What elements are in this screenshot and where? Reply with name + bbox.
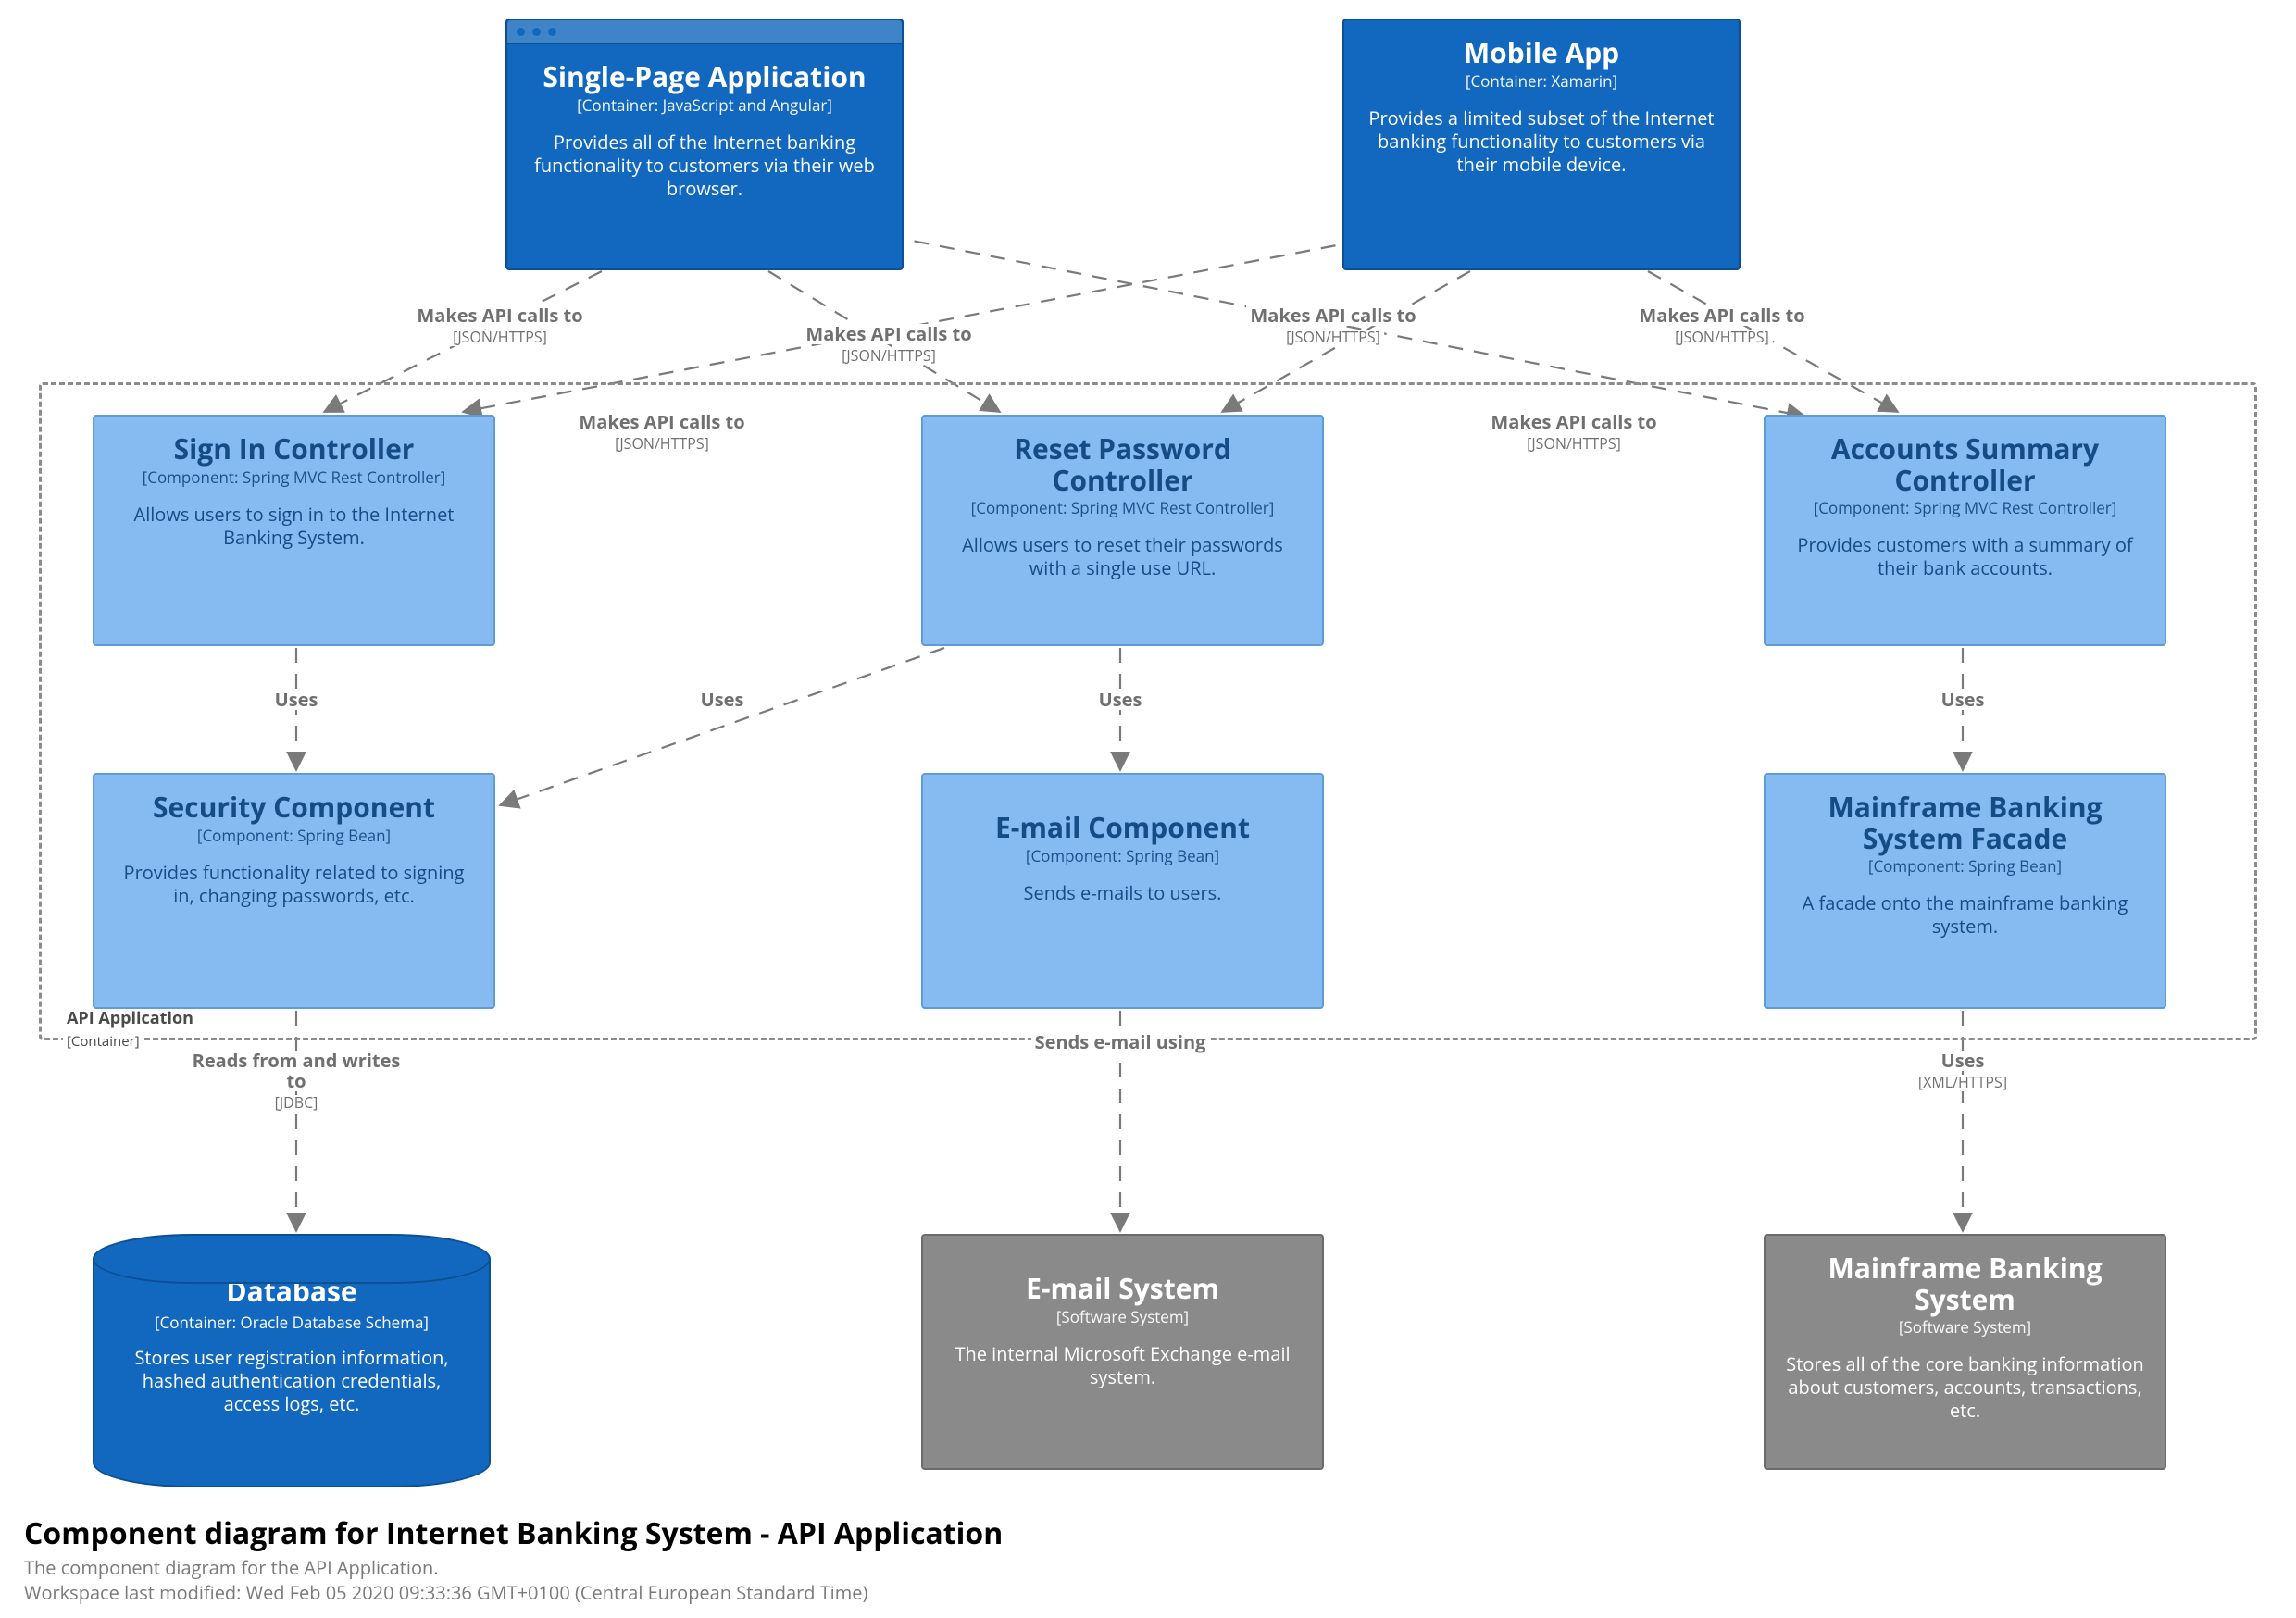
spa-tech: [Container: JavaScript and Angular] (526, 94, 883, 116)
reset-controller-node[interactable]: Reset Password Controller [Component: Sp… (921, 415, 1324, 646)
emailsys-desc: The internal Microsoft Exchange e-mail s… (942, 1342, 1304, 1388)
emailc-name: E-mail Component (942, 812, 1304, 843)
accounts-controller-node[interactable]: Accounts Summary Controller [Component: … (1764, 415, 2166, 646)
security-tech: [Component: Spring Bean] (113, 825, 475, 846)
facade-name: Mainframe Banking System Facade (1784, 791, 2146, 853)
reset-desc: Allows users to reset their passwords wi… (942, 533, 1304, 579)
edge-mobile-reset: Makes API calls to[JSON/HTTPS] (1204, 305, 1463, 346)
facade-desc: A facade onto the mainframe banking syst… (1784, 891, 2146, 938)
facade-tech: [Component: Spring Bean] (1784, 855, 2146, 877)
signin-controller-node[interactable]: Sign In Controller [Component: Spring MV… (93, 415, 495, 646)
mobile-desc: Provides a limited subset of the Interne… (1363, 106, 1720, 176)
reset-name: Reset Password Controller (942, 433, 1304, 495)
diagram-footer: Component diagram for Internet Banking S… (24, 1513, 1003, 1605)
edge-security-db: Reads from and writes to[JDBC] (181, 1051, 412, 1112)
diagram-timestamp: Workspace last modified: Wed Feb 05 2020… (24, 1580, 1003, 1605)
emailc-desc: Sends e-mails to users. (942, 881, 1304, 904)
edge-spa-signin: Makes API calls to[JSON/HTTPS] (370, 305, 630, 346)
database-node[interactable]: Database [Container: Oracle Database Sch… (93, 1234, 491, 1487)
mobile-tech: [Container: Xamarin] (1363, 70, 1720, 92)
diagram-canvas: API Application [Container] Single-Page … (0, 0, 2296, 1618)
db-desc: Stores user registration information, ha… (117, 1346, 467, 1415)
browser-titlebar (507, 20, 902, 44)
db-tech: [Container: Oracle Database Schema] (117, 1312, 467, 1333)
api-application-label-text: API Application (63, 1007, 197, 1029)
api-application-label: API Application [Container] (63, 1007, 197, 1052)
mobile-node[interactable]: Mobile App [Container: Xamarin] Provides… (1342, 19, 1741, 270)
signin-tech: [Component: Spring MVC Rest Controller] (113, 467, 475, 488)
mainframe-tech: [Software System] (1784, 1316, 2146, 1338)
signin-name: Sign In Controller (113, 433, 475, 465)
accounts-desc: Provides customers with a summary of the… (1784, 533, 2146, 579)
diagram-subtitle: The component diagram for the API Applic… (24, 1555, 1003, 1580)
spa-node[interactable]: Single-Page Application [Container: Java… (505, 19, 904, 270)
edge-spa-reset: Makes API calls to[JSON/HTTPS] (759, 324, 1018, 365)
facade-node[interactable]: Mainframe Banking System Facade [Compone… (1764, 773, 2166, 1009)
spa-desc: Provides all of the Internet banking fun… (526, 131, 883, 200)
security-component-node[interactable]: Security Component [Component: Spring Be… (93, 773, 495, 1009)
emailc-tech: [Component: Spring Bean] (942, 845, 1304, 866)
mobile-name: Mobile App (1363, 37, 1720, 68)
diagram-title: Component diagram for Internet Banking S… (24, 1513, 1003, 1553)
security-desc: Provides functionality related to signin… (113, 861, 475, 907)
accounts-name: Accounts Summary Controller (1784, 433, 2146, 495)
spa-name: Single-Page Application (526, 61, 883, 93)
accounts-tech: [Component: Spring MVC Rest Controller] (1784, 497, 2146, 518)
mainframe-system-node[interactable]: Mainframe Banking System [Software Syste… (1764, 1234, 2166, 1470)
emailsys-name: E-mail System (942, 1273, 1304, 1304)
email-component-node[interactable]: E-mail Component [Component: Spring Bean… (921, 773, 1324, 1009)
emailsys-tech: [Software System] (942, 1306, 1304, 1327)
mainframe-name: Mainframe Banking System (1784, 1252, 2146, 1314)
edge-facade-mainframe: Uses[XML/HTTPS] (1870, 1051, 2055, 1091)
reset-tech: [Component: Spring MVC Rest Controller] (942, 497, 1304, 518)
mainframe-desc: Stores all of the core banking informati… (1784, 1352, 2146, 1422)
edge-mobile-accounts: Makes API calls to[JSON/HTTPS] (1592, 305, 1852, 346)
security-name: Security Component (113, 791, 475, 823)
email-system-node[interactable]: E-mail System [Software System] The inte… (921, 1234, 1324, 1470)
api-application-tech: [Container] (63, 1032, 144, 1051)
signin-desc: Allows users to sign in to the Internet … (113, 503, 475, 549)
